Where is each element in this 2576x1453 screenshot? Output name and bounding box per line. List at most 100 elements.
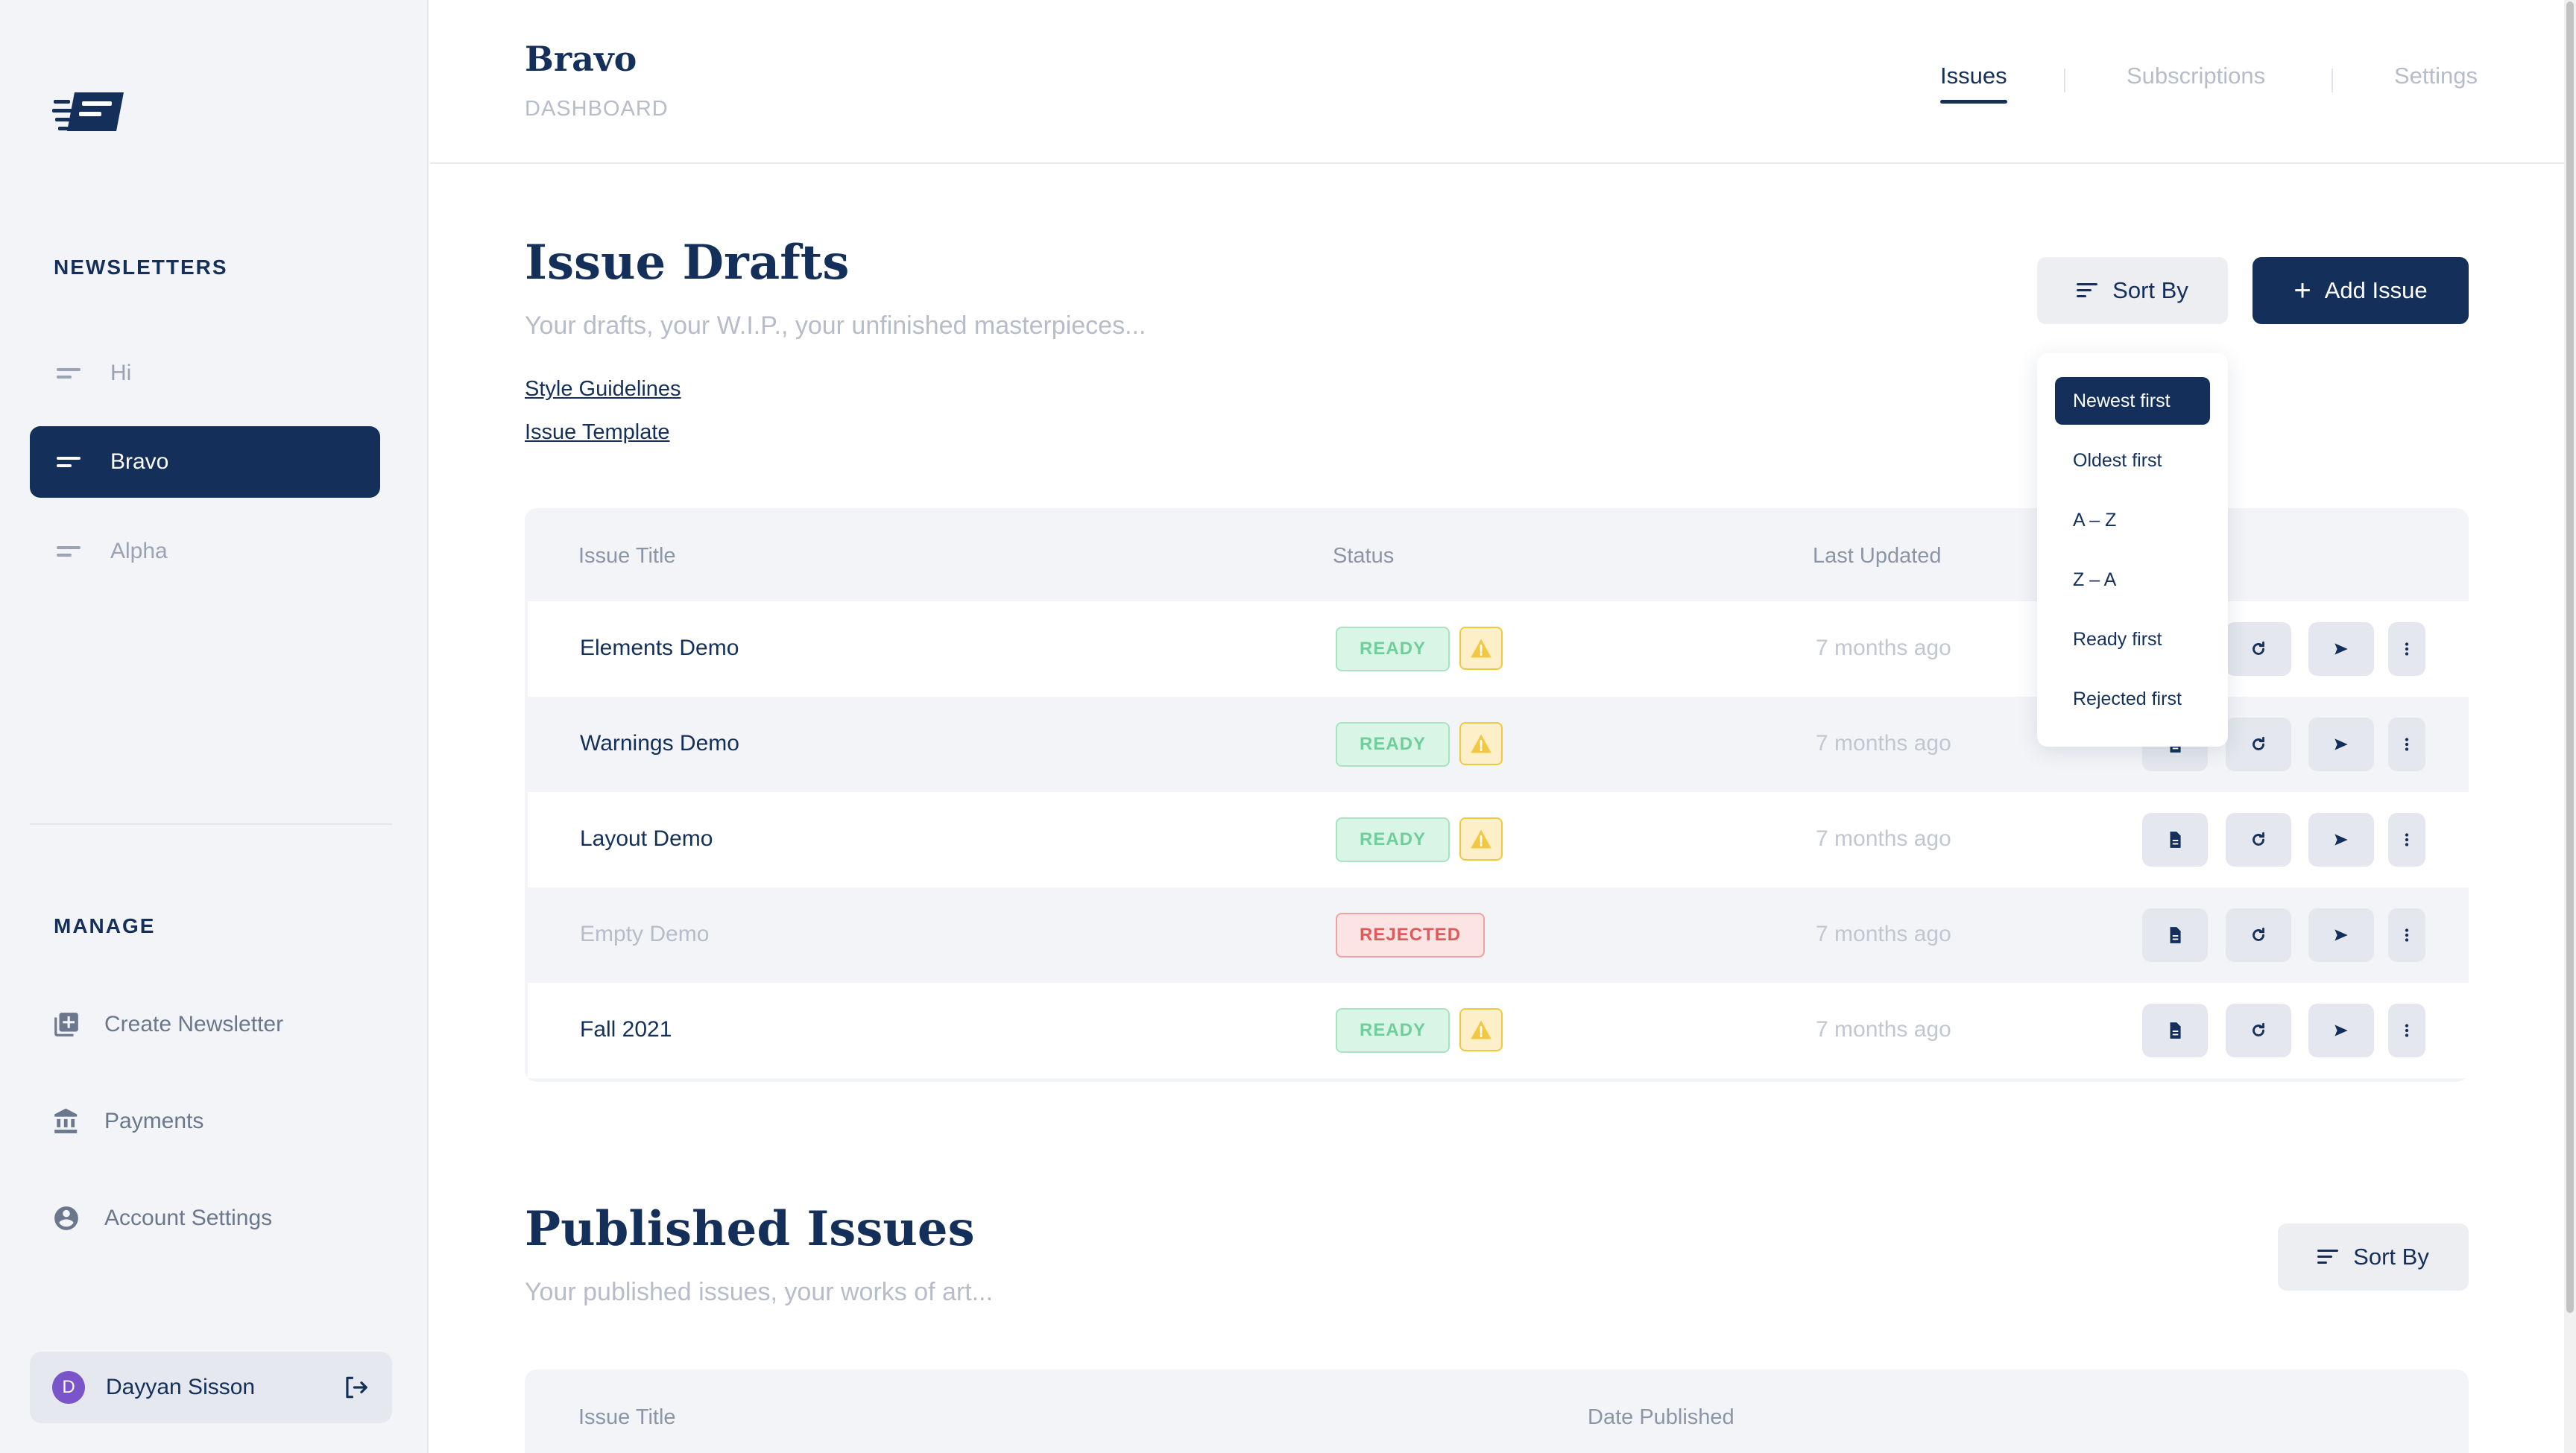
sidebar: NEWSLETTERS Hi Bravo Alpha MANAGE Create…: [0, 0, 429, 1453]
status-badge: READY: [1336, 627, 1450, 671]
refresh-button[interactable]: [2226, 813, 2291, 867]
more-options-button[interactable]: [2388, 718, 2425, 771]
more-options-button[interactable]: [2388, 908, 2425, 962]
warning-badge[interactable]: [1459, 627, 1503, 670]
sort-option-rejected[interactable]: Rejected first: [2055, 675, 2210, 723]
sort-icon: [2317, 1248, 2339, 1266]
sidebar-item-alpha[interactable]: Alpha: [30, 516, 380, 587]
status-badge: REJECTED: [1336, 913, 1486, 957]
refresh-icon: [2253, 927, 2264, 941]
send-icon: [2334, 929, 2348, 941]
add-box-icon: [54, 1013, 78, 1036]
style-guidelines-link[interactable]: Style Guidelines: [525, 377, 681, 402]
warning-icon: [1471, 829, 1491, 849]
logout-icon[interactable]: [341, 1373, 370, 1402]
bank-icon: [54, 1108, 78, 1133]
refresh-button[interactable]: [2226, 1004, 2291, 1057]
page-title: Bravo: [525, 39, 637, 79]
plus-icon: +: [2294, 274, 2311, 307]
refresh-icon: [2253, 736, 2264, 750]
published-description: Your published issues, your works of art…: [525, 1278, 994, 1306]
tab-settings[interactable]: Settings: [2394, 63, 2478, 89]
issue-template-link[interactable]: Issue Template: [525, 420, 670, 445]
account-circle-icon: [54, 1206, 78, 1230]
send-icon: [2334, 738, 2348, 750]
send-button[interactable]: [2308, 622, 2374, 676]
tab-issues[interactable]: Issues: [1940, 63, 2007, 104]
more-options-button[interactable]: [2388, 1004, 2425, 1057]
drafts-description: Your drafts, your W.I.P., your unfinishe…: [525, 311, 1146, 340]
published-table: Issue Title Date Published: [525, 1370, 2469, 1453]
scrollbar-thumb[interactable]: [2566, 1, 2574, 1313]
payments-link[interactable]: Payments: [52, 1103, 203, 1140]
preview-button[interactable]: [2142, 908, 2208, 962]
refresh-button[interactable]: [2226, 622, 2291, 676]
user-name: Dayyan Sisson: [106, 1375, 256, 1399]
issue-title[interactable]: Empty Demo: [580, 922, 709, 947]
more-icon: [2405, 1024, 2409, 1037]
sort-option-newest[interactable]: Newest first: [2055, 377, 2210, 425]
sort-option-z-a[interactable]: Z – A: [2055, 556, 2210, 604]
status-badge: READY: [1336, 817, 1450, 862]
last-updated: 7 months ago: [1816, 636, 1951, 660]
send-button[interactable]: [2308, 908, 2374, 962]
issue-title[interactable]: Fall 2021: [580, 1017, 672, 1042]
more-options-button[interactable]: [2388, 622, 2425, 676]
manage-item-label: Create Newsletter: [104, 1012, 284, 1036]
manage-item-label: Payments: [104, 1109, 204, 1133]
drafts-sort-button[interactable]: Sort By: [2037, 257, 2228, 324]
sidebar-item-bravo[interactable]: Bravo: [30, 426, 380, 498]
send-button[interactable]: [2308, 718, 2374, 771]
preview-button[interactable]: [2142, 1004, 2208, 1057]
sidebar-item-label: Bravo: [110, 449, 169, 474]
column-header-status: Status: [1333, 544, 1395, 568]
table-row[interactable]: Layout Demo READY 7 months ago: [528, 792, 2469, 887]
sort-button-label: Sort By: [2112, 277, 2188, 303]
sort-button-label: Sort By: [2353, 1244, 2429, 1270]
more-options-button[interactable]: [2388, 813, 2425, 867]
column-header-title: Issue Title: [578, 544, 676, 568]
refresh-icon: [2253, 832, 2264, 846]
issue-title[interactable]: Layout Demo: [580, 826, 713, 852]
last-updated: 7 months ago: [1816, 731, 1951, 756]
preview-icon: [2170, 927, 2181, 943]
add-issue-button[interactable]: + Add Issue: [2253, 257, 2469, 324]
warning-icon: [1471, 1020, 1491, 1039]
sort-option-a-z[interactable]: A – Z: [2055, 496, 2210, 544]
sidebar-item-label: Hi: [110, 361, 132, 385]
user-profile[interactable]: D Dayyan Sisson: [30, 1352, 392, 1423]
table-row[interactable]: Empty Demo REJECTED 7 months ago: [528, 887, 2469, 983]
sidebar-item-label: Alpha: [110, 539, 168, 563]
create-newsletter-link[interactable]: Create Newsletter: [52, 1006, 283, 1043]
send-icon: [2334, 643, 2348, 655]
preview-icon: [2170, 1022, 2181, 1039]
preview-icon: [2170, 832, 2181, 848]
sort-dropdown-menu: Newest first Oldest first A – Z Z – A Re…: [2037, 353, 2228, 747]
manage-heading: MANAGE: [54, 914, 156, 937]
status-badge: READY: [1336, 1008, 1450, 1053]
more-icon: [2405, 928, 2409, 942]
published-sort-button[interactable]: Sort By: [2278, 1224, 2469, 1291]
table-row[interactable]: Fall 2021 READY 7 months ago: [528, 983, 2469, 1078]
account-settings-link[interactable]: Account Settings: [52, 1200, 272, 1237]
sort-option-oldest[interactable]: Oldest first: [2055, 437, 2210, 484]
warning-badge[interactable]: [1459, 817, 1503, 861]
issue-title[interactable]: Elements Demo: [580, 636, 739, 661]
refresh-button[interactable]: [2226, 718, 2291, 771]
warning-badge[interactable]: [1459, 722, 1503, 765]
refresh-button[interactable]: [2226, 908, 2291, 962]
send-button[interactable]: [2308, 1004, 2374, 1057]
drafts-title: Issue Drafts: [525, 235, 850, 291]
issue-title[interactable]: Warnings Demo: [580, 731, 739, 756]
newsletter-icon: [57, 455, 80, 469]
sidebar-item-hi[interactable]: Hi: [30, 338, 380, 409]
warning-badge[interactable]: [1459, 1008, 1503, 1051]
app-logo-icon[interactable]: [52, 89, 127, 134]
newsletters-heading: NEWSLETTERS: [54, 256, 228, 279]
more-icon: [2405, 738, 2409, 751]
warning-icon: [1471, 734, 1491, 753]
sort-option-ready[interactable]: Ready first: [2055, 615, 2210, 663]
tab-subscriptions[interactable]: Subscriptions: [2127, 63, 2265, 89]
send-button[interactable]: [2308, 813, 2374, 867]
preview-button[interactable]: [2142, 813, 2208, 867]
